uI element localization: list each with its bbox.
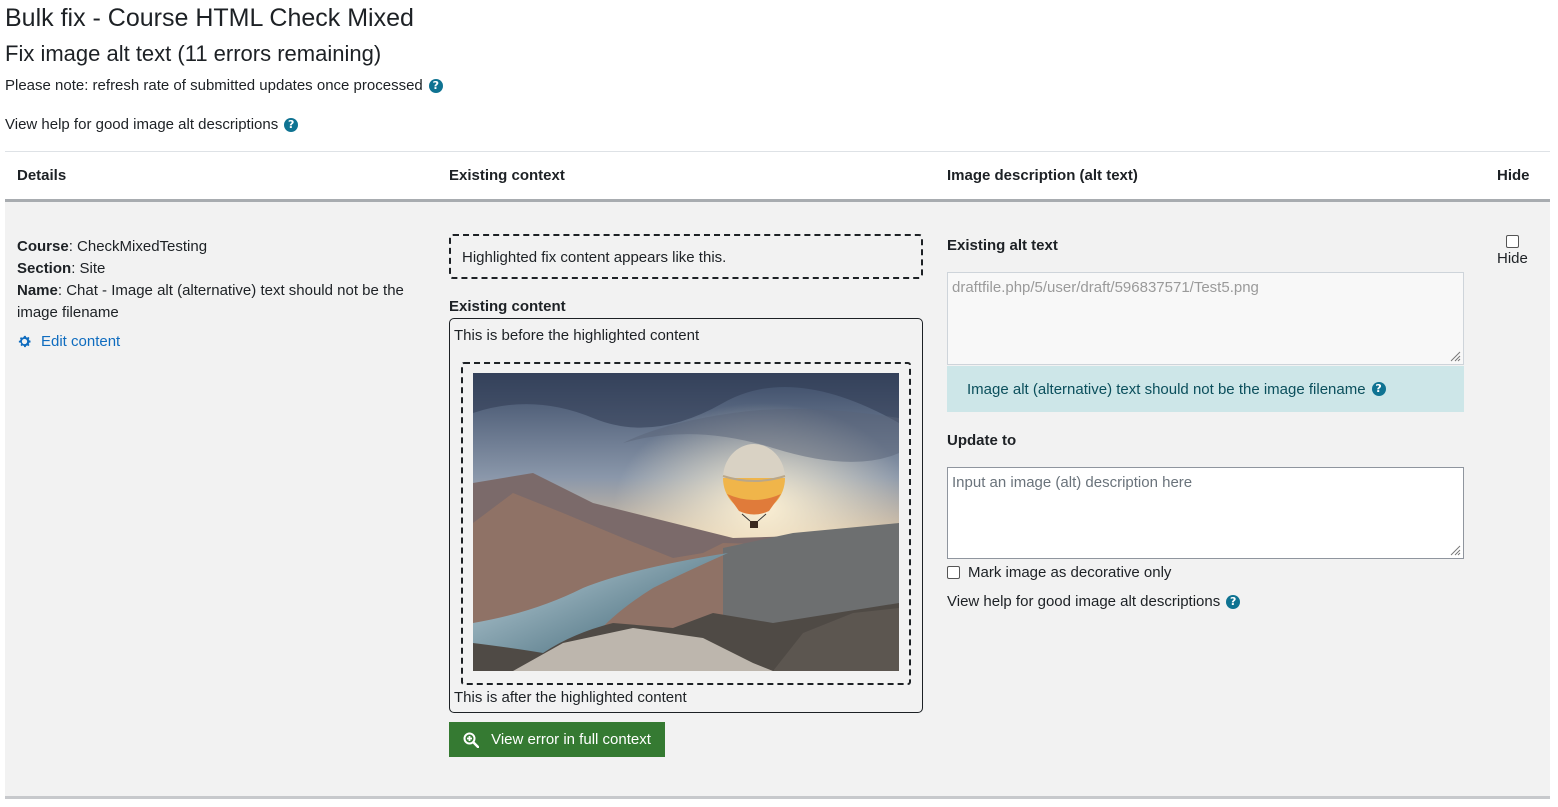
highlighted-image-frame	[461, 362, 911, 685]
column-header-alt-text: Image description (alt text)	[947, 167, 1138, 184]
hide-label: Hide	[1497, 250, 1528, 267]
decorative-checkbox-row[interactable]: Mark image as decorative only	[947, 564, 1171, 581]
existing-content-label: Existing content	[449, 298, 566, 315]
gear-icon	[18, 335, 31, 348]
zoom-in-icon	[463, 732, 480, 748]
help-link-top-text[interactable]: View help for good image alt description…	[5, 115, 278, 135]
question-circle-icon[interactable]: ?	[1371, 382, 1386, 396]
refresh-note: Please note: refresh rate of submitted u…	[5, 76, 443, 96]
resize-grip-icon[interactable]	[1449, 350, 1461, 362]
edit-content-label[interactable]: Edit content	[41, 333, 120, 350]
help-link-row[interactable]: View help for good image alt description…	[947, 593, 1241, 610]
existing-alt-text-field: draftfile.php/5/user/draft/596837571/Tes…	[947, 272, 1464, 365]
before-text: This is before the highlighted content	[454, 327, 700, 344]
decorative-checkbox[interactable]	[947, 566, 960, 579]
view-error-button-label[interactable]: View error in full context	[491, 731, 651, 748]
row-bottom-border	[5, 796, 1550, 799]
alt-text-input[interactable]: Input an image (alt) description here	[947, 467, 1464, 559]
alt-error-message: Image alt (alternative) text should not …	[967, 380, 1366, 398]
help-link-top[interactable]: View help for good image alt description…	[5, 115, 299, 135]
column-header-hide: Hide	[1497, 167, 1530, 184]
table-row: Course: CheckMixedTesting Section: Site …	[5, 202, 1550, 797]
existing-alt-text-label: Existing alt text	[947, 237, 1058, 254]
content-image	[473, 373, 899, 671]
resize-grip-icon[interactable]	[1449, 544, 1461, 556]
question-circle-icon[interactable]: ?	[284, 118, 299, 132]
column-header-details: Details	[17, 167, 67, 184]
question-circle-icon[interactable]: ?	[1226, 594, 1241, 609]
table-header: Details Existing context Image descripti…	[5, 152, 1550, 200]
help-link-row-text[interactable]: View help for good image alt description…	[947, 593, 1220, 610]
balloon-landscape-image	[473, 373, 899, 671]
hide-checkbox[interactable]	[1506, 235, 1519, 248]
edit-content-link[interactable]: Edit content	[17, 333, 120, 350]
refresh-note-text: Please note: refresh rate of submitted u…	[5, 77, 423, 94]
section-line: Section: Site	[17, 260, 106, 277]
alt-error-alert: Image alt (alternative) text should not …	[947, 366, 1464, 412]
details-cell: Course: CheckMixedTesting Section: Site …	[17, 236, 417, 324]
name-line: Name: Chat - Image alt (alternative) tex…	[17, 282, 404, 321]
update-to-label: Update to	[947, 432, 1017, 449]
decorative-label[interactable]: Mark image as decorative only	[968, 564, 1171, 581]
view-error-full-context-button[interactable]: View error in full context	[449, 722, 665, 757]
highlight-legend: Highlighted fix content appears like thi…	[449, 234, 923, 279]
column-header-context: Existing context	[449, 167, 565, 184]
course-line: Course: CheckMixedTesting	[17, 238, 208, 255]
after-text: This is after the highlighted content	[454, 689, 687, 706]
page-subtitle: Fix image alt text (11 errors remaining)	[5, 41, 382, 66]
alt-text-input-placeholder[interactable]: Input an image (alt) description here	[952, 474, 1192, 491]
page-title: Bulk fix - Course HTML Check Mixed	[5, 4, 414, 32]
existing-alt-text-value: draftfile.php/5/user/draft/596837571/Tes…	[952, 279, 1259, 296]
existing-content-box: This is before the highlighted content T…	[449, 318, 923, 713]
question-circle-icon[interactable]: ?	[428, 79, 443, 93]
